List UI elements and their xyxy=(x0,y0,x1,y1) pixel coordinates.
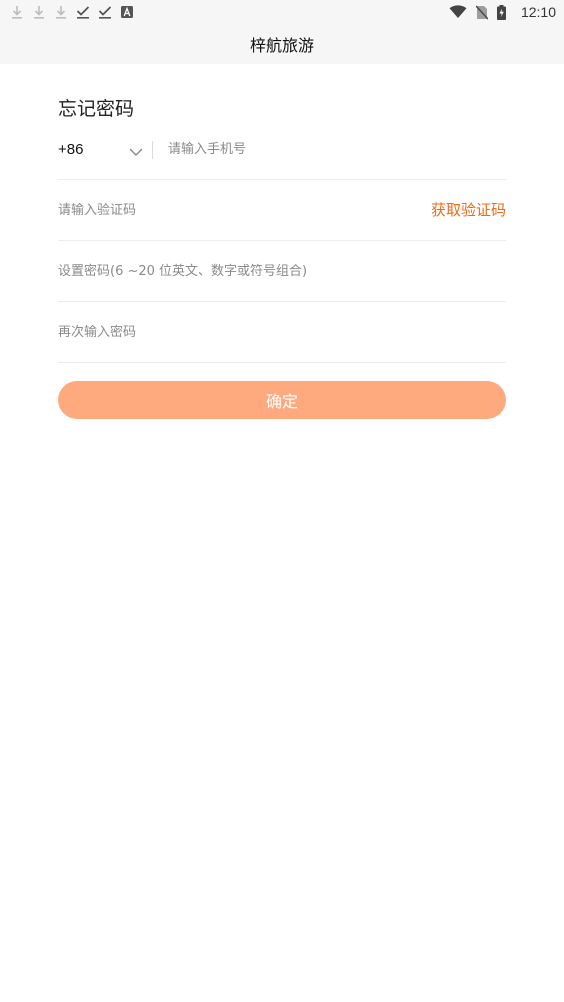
page-title: 忘记密码 xyxy=(58,98,135,120)
battery-charging-icon xyxy=(497,4,507,20)
wifi-icon xyxy=(449,4,467,20)
chevron-down-icon[interactable] xyxy=(128,143,144,156)
get-code-button[interactable]: 获取验证码 xyxy=(431,180,506,241)
system-icons: 12:10 xyxy=(449,3,556,21)
divider xyxy=(152,141,153,159)
app-bar: 梓航旅游 xyxy=(0,24,564,64)
confirm-password-input[interactable] xyxy=(58,302,506,363)
notification-icons xyxy=(10,3,142,21)
country-code-selector[interactable]: +86 xyxy=(58,119,83,180)
check-icon xyxy=(76,4,90,20)
verification-code-input[interactable] xyxy=(58,180,418,241)
download-icon xyxy=(54,4,68,20)
password-input[interactable] xyxy=(58,241,506,302)
status-bar: 12:10 xyxy=(0,0,564,24)
app-title: 梓航旅游 xyxy=(249,36,314,55)
check-icon xyxy=(98,4,112,20)
verification-code-row: 获取验证码 xyxy=(58,180,506,241)
clock-time: 12:10 xyxy=(520,4,556,20)
phone-row: +86 xyxy=(58,119,506,180)
download-icon xyxy=(10,4,24,20)
confirm-button[interactable]: 确定 xyxy=(58,381,506,419)
password-row xyxy=(58,241,506,302)
phone-input[interactable] xyxy=(168,119,506,180)
a-box-icon xyxy=(120,4,134,20)
no-sim-icon xyxy=(475,4,489,20)
download-icon xyxy=(32,4,46,20)
confirm-password-row xyxy=(58,302,506,363)
